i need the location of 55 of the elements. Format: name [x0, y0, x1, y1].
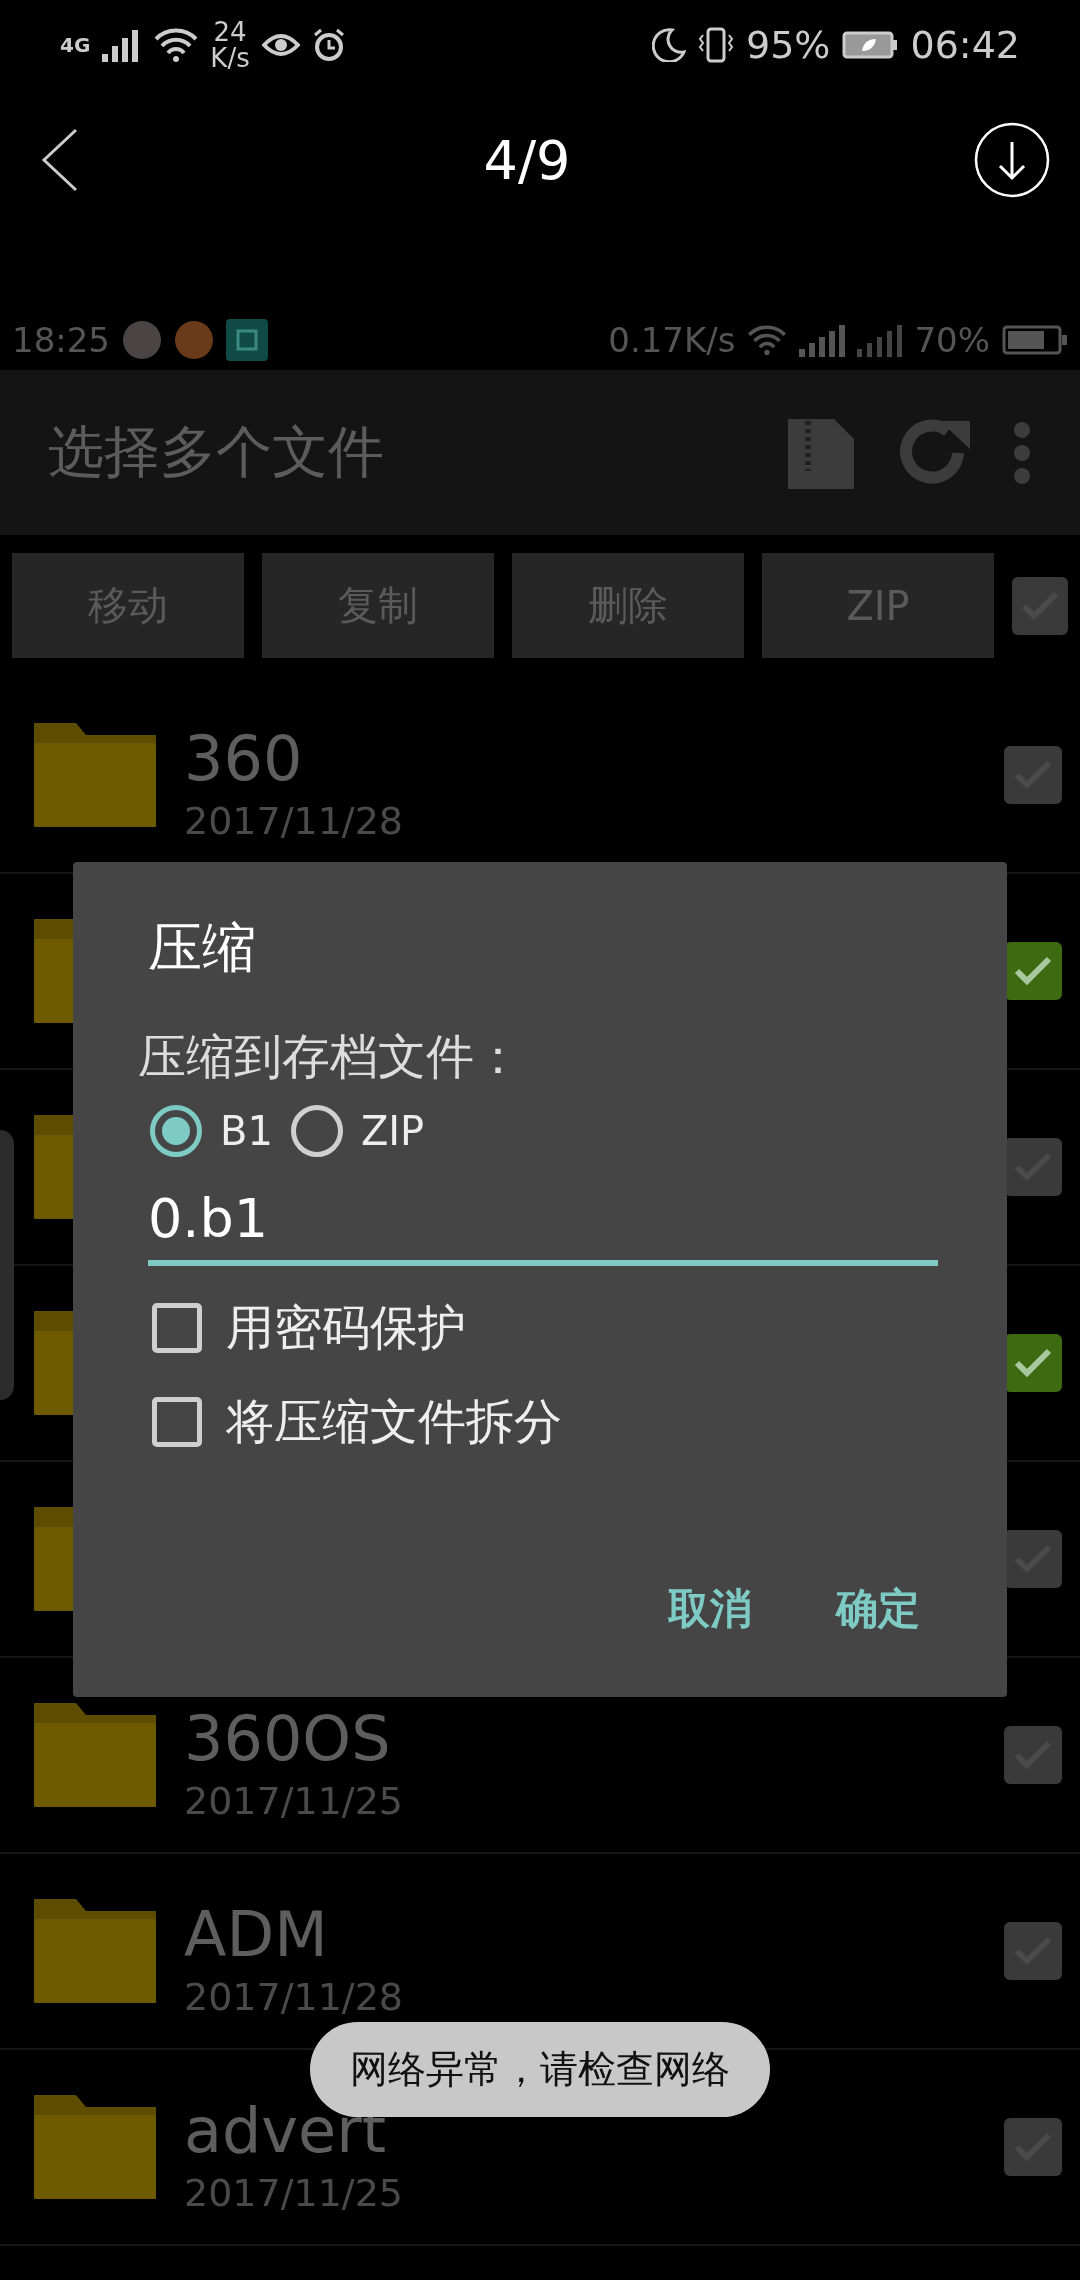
- toast-message: 网络异常，请检查网络: [310, 2022, 770, 2117]
- network-type: 4G: [60, 33, 91, 57]
- file-checkbox[interactable]: [1004, 1138, 1062, 1196]
- file-checkbox[interactable]: [1004, 1726, 1062, 1784]
- file-date: 2017/11/28: [184, 1974, 405, 2019]
- avatar-icon: [122, 320, 162, 360]
- file-name: 360: [184, 721, 304, 795]
- file-checkbox[interactable]: [1004, 746, 1062, 804]
- clock-time: 06:42: [910, 23, 1020, 67]
- dialog-button[interactable]: 取消: [656, 1571, 764, 1647]
- check-icon: [1013, 1347, 1053, 1379]
- download-button[interactable]: [974, 122, 1050, 198]
- select-all-checkbox[interactable]: [1012, 576, 1069, 635]
- battery-icon: [1002, 325, 1068, 355]
- file-date: 2017/11/28: [184, 798, 405, 843]
- inner-speed: 0.17K/s: [608, 320, 736, 360]
- option-checkbox[interactable]: 将压缩文件拆分: [138, 1390, 942, 1454]
- battery-icon: [842, 31, 899, 59]
- option-checkbox[interactable]: 用密码保护: [138, 1296, 942, 1360]
- battery-percent: 95%: [746, 23, 831, 67]
- format-radio[interactable]: ZIP: [290, 1105, 425, 1157]
- file-name: ADM: [184, 1897, 329, 1971]
- alarm-icon: [311, 28, 346, 62]
- side-handle[interactable]: [0, 1130, 14, 1400]
- moon-icon: [652, 28, 686, 62]
- page-counter: 4/9: [483, 128, 571, 192]
- wifi-icon: [154, 27, 199, 63]
- file-checkbox[interactable]: [1004, 1922, 1062, 1980]
- more-button[interactable]: [1012, 419, 1032, 486]
- eye-icon: [261, 31, 300, 59]
- format-radio[interactable]: B1: [150, 1105, 273, 1157]
- file-checkbox[interactable]: [1004, 942, 1062, 1000]
- scan-icon: [226, 319, 268, 361]
- check-icon: [1013, 955, 1053, 987]
- signal-icon: [799, 323, 846, 357]
- speed-unit: K/s: [210, 45, 250, 71]
- file-checkbox[interactable]: [1004, 2118, 1062, 2176]
- dialog-label: 压缩到存档文件：: [138, 1027, 523, 1086]
- wifi-icon: [747, 324, 788, 356]
- speed-value: 24: [213, 19, 247, 45]
- signal-icon: [857, 323, 903, 357]
- file-name: 360OS: [184, 1701, 392, 1775]
- inner-clock: 18:25: [12, 320, 110, 360]
- file-checkbox[interactable]: [1004, 1334, 1062, 1392]
- file-date: 2017/11/25: [184, 1778, 405, 1823]
- inner-battery-percent: 70%: [914, 320, 990, 360]
- dialog-button[interactable]: 确定: [824, 1571, 932, 1647]
- vibrate-icon: [698, 27, 734, 63]
- dialog-title: 压缩: [147, 915, 257, 981]
- file-checkbox[interactable]: [1004, 1530, 1062, 1588]
- back-button[interactable]: [40, 128, 80, 192]
- file-date: 2017/11/25: [184, 2170, 405, 2215]
- filename-field[interactable]: 0.b1: [148, 1187, 938, 1266]
- avatar-icon: [174, 320, 214, 360]
- toolbar-title: 选择多个文件: [48, 417, 385, 486]
